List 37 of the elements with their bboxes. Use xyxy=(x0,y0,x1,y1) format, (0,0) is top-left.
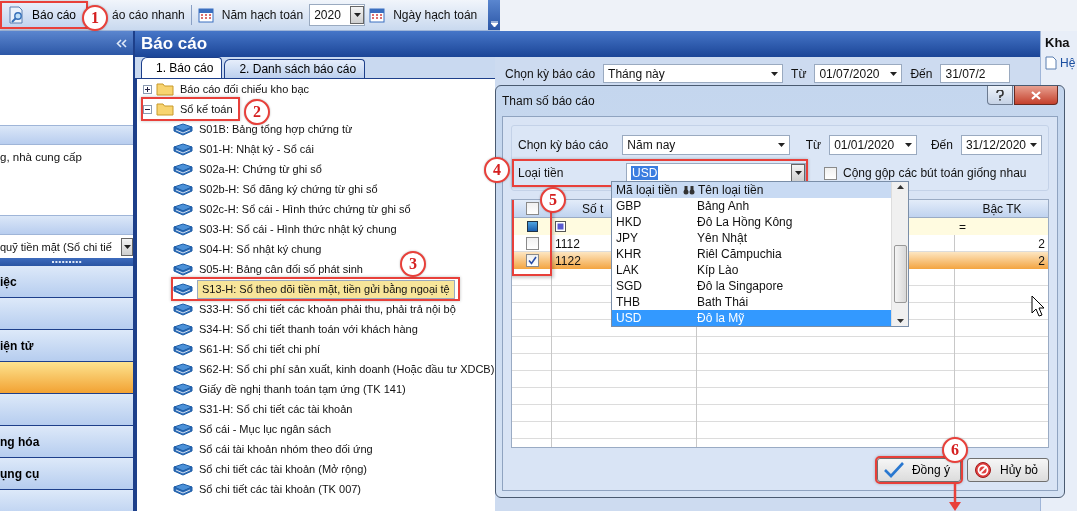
item-label: S02a-H: Chứng từ ghi sổ xyxy=(198,163,323,175)
table-cell: 1112 xyxy=(555,236,580,251)
folder-label: Báo cáo đối chiếu kho bạc xyxy=(179,83,311,95)
item-label: S05-H: Bảng cân đối số phát sinh xyxy=(198,263,364,275)
item-label: Sổ cái - Mục lục ngân sách xyxy=(198,423,333,435)
item-label: S62-H: Sổ chi phí sản xuất, kinh doanh (Hoặc đầu tư XDCB) xyxy=(198,363,495,375)
supplier-text: g, nhà cung cấp xyxy=(0,150,83,163)
item-label: S01B: Bảng tổng hợp chứng từ xyxy=(198,123,354,135)
panel-title: Kha xyxy=(1044,34,1071,50)
from-label: Từ xyxy=(791,66,807,81)
table-cell: 1122 xyxy=(555,253,581,268)
item-label: S61-H: Sổ chi tiết chi phí xyxy=(198,343,322,355)
to-label: Đến xyxy=(910,66,933,81)
accounting-year-label: Năm hạch toán xyxy=(221,8,304,22)
table-cell: 2 xyxy=(1038,236,1045,251)
item-label: S03-H: Sổ cái - Hình thức nhật ký chung xyxy=(198,223,398,235)
table-cell: 2 xyxy=(1038,253,1045,268)
item-label: S34-H: Sổ chi tiết thanh toán với khách hàng xyxy=(198,323,419,335)
folder-label: Sổ kế toán xyxy=(179,103,234,115)
item-label: Giấy đề nghị thanh toán tạm ứng (TK 141) xyxy=(198,383,407,395)
item-label: Sổ cái tài khoản nhóm theo đối ứng xyxy=(198,443,374,455)
from-label: Từ xyxy=(805,138,822,152)
item-label: Sổ chi tiết các tài khoản (TK 007) xyxy=(198,483,363,495)
item-label: S04-H: Sổ nhật ký chung xyxy=(198,243,323,255)
item-label: S33-H: Sổ chi tiết các khoản phải thu, phải trả nội bộ xyxy=(198,303,457,315)
period-label: Chọn kỳ báo cáo xyxy=(518,138,610,152)
item-label: S01-H: Nhật ký - Sổ cái xyxy=(198,143,315,155)
item-label: S02b-H: Sổ đăng ký chứng từ ghi sổ xyxy=(198,183,379,195)
currency-label: Loại tiền xyxy=(518,166,565,180)
dialog-title: Tham số báo cáo xyxy=(502,94,595,108)
item-label: S31-H: Sổ chi tiết các tài khoản xyxy=(198,403,354,415)
merge-entries-label: Cộng gộp các bút toán giống nhau xyxy=(843,166,1027,180)
item-label: S02c-H: Sổ cái - Hình thức chứng từ ghi sổ xyxy=(198,203,412,215)
panel-title: Báo cáo xyxy=(135,31,1040,57)
item-label: Sổ chi tiết các tài khoản (Mở rộng) xyxy=(198,463,368,475)
to-label: Đến xyxy=(930,138,953,152)
period-label: Chọn kỳ báo cáo xyxy=(505,66,596,81)
